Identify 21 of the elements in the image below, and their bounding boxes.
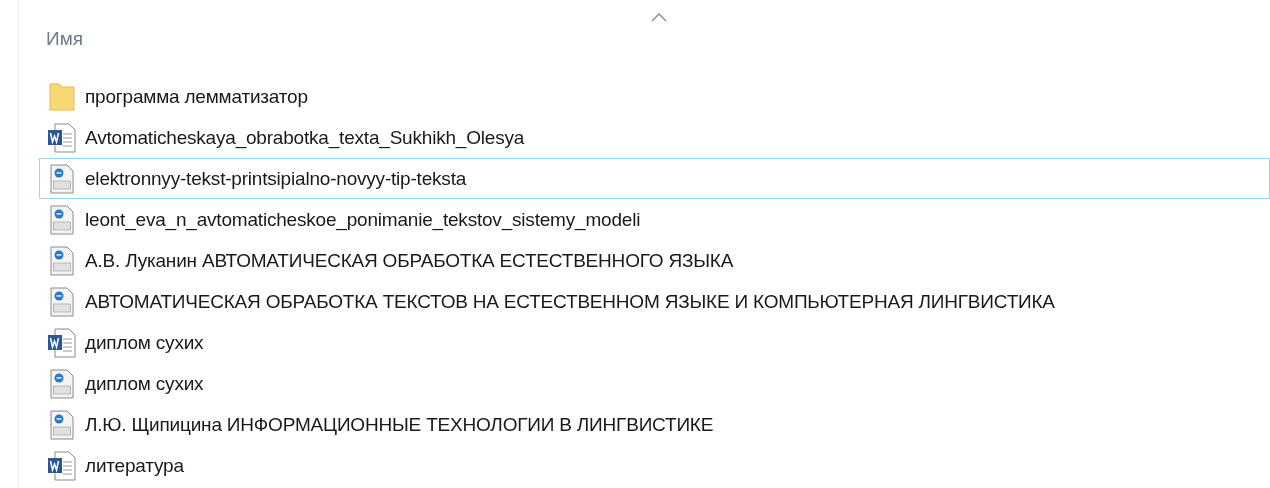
file-name: литература xyxy=(85,454,184,477)
file-row[interactable]: А.В. Луканин АВТОМАТИЧЕСКАЯ ОБРАБОТКА ЕСТЕСТВЕННОГО ЯЗЫКА xyxy=(39,240,1270,281)
file-row[interactable]: leont_eva_n_avtomaticheskoe_ponimanie_tekstov_sistemy_modeli xyxy=(39,199,1270,240)
file-name: leont_eva_n_avtomaticheskoe_ponimanie_tekstov_sistemy_modeli xyxy=(85,208,641,231)
file-name: А.В. Луканин АВТОМАТИЧЕСКАЯ ОБРАБОТКА ЕСТЕСТВЕННОГО ЯЗЫКА xyxy=(85,249,734,272)
name-column-header[interactable]: Имя xyxy=(46,28,83,50)
file-row[interactable]: Л.Ю. Щипицина ИНФОРМАЦИОННЫЕ ТЕХНОЛОГИИ В ЛИНГВИСТИКЕ xyxy=(39,404,1270,445)
file-row[interactable]: Avtomaticheskaya_obrabotka_texta_Sukhikh_Olesya xyxy=(39,117,1270,158)
file-name: elektronnyy-tekst-printsipialno-novyy-tip-teksta xyxy=(85,167,467,190)
file-name: диплом сухих xyxy=(85,331,204,354)
file-row[interactable]: диплом сухих xyxy=(39,363,1270,404)
file-row[interactable]: литература xyxy=(39,445,1270,486)
file-row[interactable]: elektronnyy-tekst-printsipialno-novyy-tip-teksta xyxy=(39,158,1270,199)
file-row[interactable]: программа лемматизатор xyxy=(39,76,1270,117)
file-name: Avtomaticheskaya_obrabotka_texta_Sukhikh_Olesya xyxy=(85,126,525,149)
file-row[interactable]: АВТОМАТИЧЕСКАЯ ОБРАБОТКА ТЕКСТОВ НА ЕСТЕСТВЕННОМ ЯЗЫКЕ И КОМПЬЮТЕРНАЯ ЛИНГВИСТИКА xyxy=(39,281,1270,322)
file-row[interactable]: диплом сухих xyxy=(39,322,1270,363)
file-name: АВТОМАТИЧЕСКАЯ ОБРАБОТКА ТЕКСТОВ НА ЕСТЕСТВЕННОМ ЯЗЫКЕ И КОМПЬЮТЕРНАЯ ЛИНГВИСТИКА xyxy=(85,290,1055,313)
file-name: диплом сухих xyxy=(85,372,204,395)
file-name: Л.Ю. Щипицина ИНФОРМАЦИОННЫЕ ТЕХНОЛОГИИ В ЛИНГВИСТИКЕ xyxy=(85,413,714,436)
file-name: программа лемматизатор xyxy=(85,85,308,108)
